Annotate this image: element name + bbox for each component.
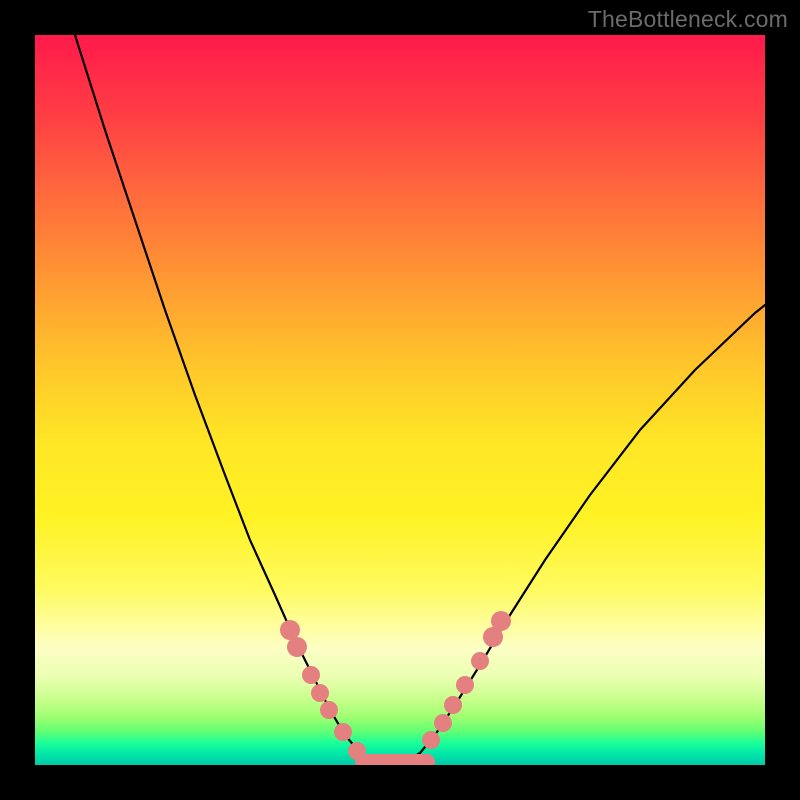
left-curve bbox=[75, 35, 385, 765]
bead-marker bbox=[348, 742, 366, 760]
chart-frame: TheBottleneck.com bbox=[0, 0, 800, 800]
bead-marker bbox=[422, 731, 440, 749]
bead-marker bbox=[320, 701, 338, 719]
right-curve bbox=[395, 305, 765, 765]
left-beads bbox=[280, 620, 366, 760]
bead-marker bbox=[444, 696, 462, 714]
bead-marker bbox=[471, 652, 489, 670]
bead-marker bbox=[334, 723, 352, 741]
watermark-text: TheBottleneck.com bbox=[588, 6, 788, 33]
curve-layer bbox=[35, 35, 765, 765]
bead-marker bbox=[302, 666, 320, 684]
bead-marker bbox=[491, 611, 511, 631]
bead-marker bbox=[311, 684, 329, 702]
bead-marker bbox=[456, 676, 474, 694]
right-beads bbox=[422, 611, 511, 749]
bottom-bead-bar bbox=[355, 754, 435, 765]
bead-marker bbox=[287, 637, 307, 657]
bead-marker bbox=[434, 714, 452, 732]
plot-area bbox=[35, 35, 765, 765]
